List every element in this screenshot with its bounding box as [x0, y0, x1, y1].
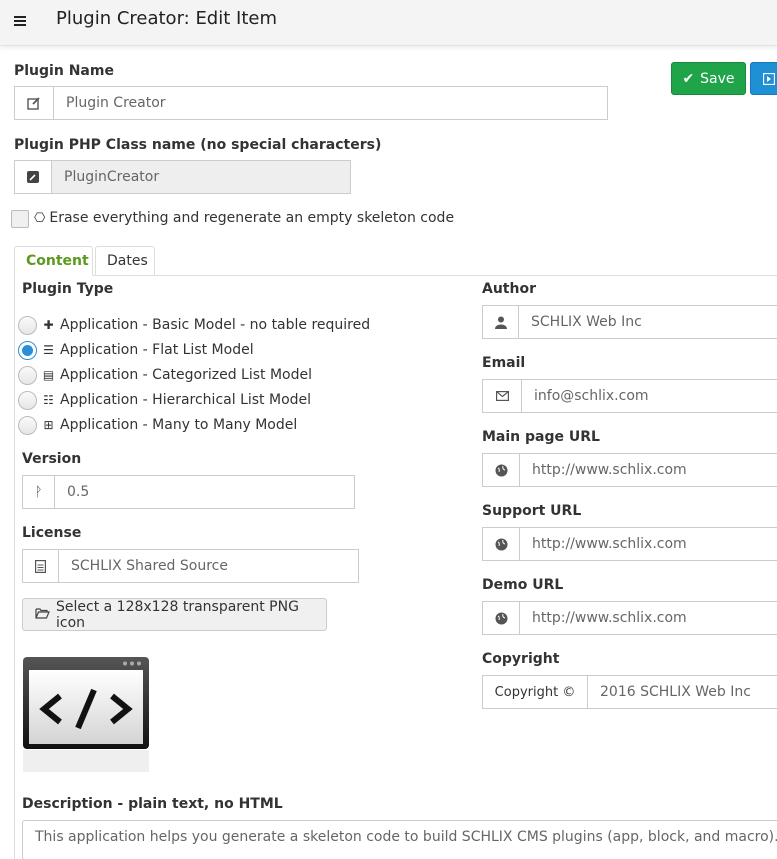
- menu-icon[interactable]: [14, 16, 26, 26]
- panel-border: [14, 275, 15, 859]
- select-icon-label: Select a 128x128 transparent PNG icon: [56, 598, 299, 631]
- option-label: Application - Many to Many Model: [60, 417, 298, 433]
- support-url-label: Support URL: [482, 503, 582, 519]
- plugin-type-option[interactable]: ▤ Application - Categorized List Model: [18, 365, 312, 385]
- class-name-label: Plugin PHP Class name (no special charac…: [14, 137, 382, 153]
- email-input[interactable]: info@schlix.com: [522, 379, 777, 413]
- description-textarea[interactable]: This application helps you generate a sk…: [22, 820, 777, 859]
- license-group: SCHLIX Shared Source: [22, 549, 359, 583]
- file-text-icon: [22, 549, 59, 583]
- table-icon: ⊞: [43, 418, 54, 432]
- top-bar: Plugin Creator: Edit Item: [0, 0, 777, 46]
- support-url-input[interactable]: http://www.schlix.com: [520, 527, 777, 561]
- folder-open-icon: [35, 607, 50, 623]
- version-label: Version: [22, 451, 82, 467]
- license-label: License: [22, 525, 82, 541]
- save-button[interactable]: ✔ Save: [671, 62, 746, 95]
- globe-icon: [482, 527, 520, 561]
- copyright-group: Copyright © 2016 SCHLIX Web Inc: [482, 675, 777, 709]
- radio-button[interactable]: [18, 315, 37, 335]
- plugin-type-option[interactable]: ☷ Application - Hierarchical List Model: [18, 390, 311, 410]
- plugin-type-option[interactable]: ✚ Application - Basic Model - no table r…: [18, 315, 370, 335]
- support-url-group: http://www.schlix.com: [482, 527, 777, 561]
- copyright-label: Copyright: [482, 651, 560, 667]
- author-label: Author: [482, 281, 536, 297]
- globe-icon: [482, 453, 520, 487]
- radio-button[interactable]: [18, 415, 37, 435]
- license-input[interactable]: SCHLIX Shared Source: [59, 549, 359, 583]
- puzzle-icon: ✚: [43, 318, 54, 332]
- demo-url-label: Demo URL: [482, 577, 564, 593]
- demo-url-group: http://www.schlix.com: [482, 601, 777, 635]
- list-alt-icon: ▤: [42, 368, 55, 382]
- cubes-icon: ⎔: [34, 210, 46, 226]
- main-url-group: http://www.schlix.com: [482, 453, 777, 487]
- check-icon: ✔: [682, 70, 695, 87]
- bars-icon: ☰: [43, 343, 54, 357]
- select-icon-button[interactable]: Select a 128x128 transparent PNG icon: [22, 598, 327, 631]
- radio-button[interactable]: [18, 365, 37, 385]
- option-label: Application - Categorized List Model: [60, 367, 312, 383]
- email-group: info@schlix.com: [482, 379, 777, 413]
- plugin-icon-image: [22, 656, 150, 780]
- tab-dates[interactable]: Dates: [95, 246, 155, 276]
- list-ul-icon: ☷: [43, 393, 54, 407]
- globe-icon: [482, 601, 520, 635]
- tab-content[interactable]: Content: [14, 246, 93, 276]
- class-name-input[interactable]: PluginCreator: [52, 160, 351, 194]
- email-label: Email: [482, 355, 526, 371]
- class-name-group: PluginCreator: [14, 160, 351, 194]
- option-label: Application - Basic Model - no table req…: [60, 317, 371, 333]
- save-and-close-button[interactable]: [750, 62, 777, 95]
- demo-url-input[interactable]: http://www.schlix.com: [520, 601, 777, 635]
- main-url-label: Main page URL: [482, 429, 600, 445]
- version-group: ᚹ 0.5: [22, 475, 355, 509]
- plugin-name-label: Plugin Name: [14, 63, 114, 79]
- option-label: Application - Flat List Model: [60, 342, 254, 358]
- erase-label: ⎔ Erase everything and regenerate an emp…: [34, 210, 454, 226]
- page-title: Plugin Creator: Edit Item: [56, 8, 277, 29]
- copyright-input[interactable]: 2016 SCHLIX Web Inc: [588, 675, 777, 709]
- option-label: Application - Hierarchical List Model: [60, 392, 312, 408]
- user-icon: [482, 305, 519, 339]
- pencil-icon: [14, 160, 52, 194]
- plugin-type-label: Plugin Type: [22, 281, 114, 297]
- author-group: SCHLIX Web Inc: [482, 305, 777, 339]
- code-fork-icon: ᚹ: [22, 475, 55, 509]
- radio-button-checked[interactable]: [18, 340, 37, 360]
- edit-icon: [14, 86, 54, 120]
- envelope-icon: [482, 379, 522, 413]
- save-button-label: Save: [700, 70, 735, 87]
- erase-checkbox[interactable]: [11, 210, 29, 228]
- plugin-name-input[interactable]: Plugin Creator: [54, 86, 608, 120]
- version-input[interactable]: 0.5: [55, 475, 355, 509]
- save-close-icon: [763, 73, 775, 85]
- erase-label-text: Erase everything and regenerate an empty…: [49, 210, 455, 226]
- radio-button[interactable]: [18, 390, 37, 410]
- main-url-input[interactable]: http://www.schlix.com: [520, 453, 777, 487]
- author-input[interactable]: SCHLIX Web Inc: [519, 305, 777, 339]
- plugin-name-group: Plugin Creator: [14, 86, 608, 120]
- plugin-type-option[interactable]: ⊞ Application - Many to Many Model: [18, 415, 297, 435]
- copyright-prefix: Copyright ©: [482, 675, 588, 709]
- description-label: Description - plain text, no HTML: [22, 796, 283, 812]
- plugin-type-option[interactable]: ☰ Application - Flat List Model: [18, 340, 254, 360]
